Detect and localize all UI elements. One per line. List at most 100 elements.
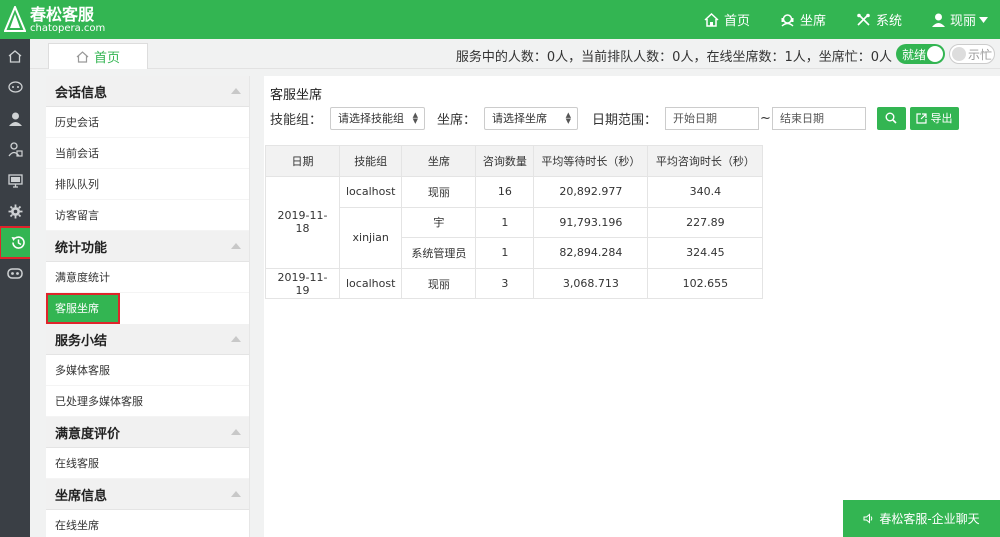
user-name: 现丽 bbox=[949, 14, 976, 29]
cell-agent: 系统管理员 bbox=[401, 237, 477, 269]
menu-item-online-agents[interactable]: 在线坐席 bbox=[46, 510, 249, 537]
topnav-home-label: 首页 bbox=[723, 14, 750, 29]
menu-item-agent-stats[interactable]: 客服坐席 bbox=[46, 293, 120, 324]
menu-item-satisfaction-stats[interactable]: 满意度统计 bbox=[46, 262, 249, 293]
table-row: 2019-11-19 localhost 现丽 3 3,068.713 102.… bbox=[265, 267, 764, 300]
cell-agent: 现丽 bbox=[401, 176, 477, 208]
menu-item-multimedia-service[interactable]: 多媒体客服 bbox=[46, 355, 249, 386]
headset-icon bbox=[781, 13, 794, 27]
search-icon bbox=[885, 112, 898, 124]
user-menu[interactable]: 现丽 bbox=[931, 10, 988, 29]
menu-section-session-info[interactable]: 会话信息 bbox=[46, 76, 249, 107]
menu-item-visitor-messages[interactable]: 访客留言 bbox=[46, 200, 249, 231]
cell-skill-group: localhost bbox=[338, 176, 403, 208]
menu-item-current-sessions[interactable]: 当前会话 bbox=[46, 138, 249, 169]
busy-toggle-label: 示忙 bbox=[968, 47, 993, 62]
busy-toggle[interactable]: 示忙 bbox=[949, 44, 995, 64]
home-icon bbox=[8, 50, 22, 63]
content-gutter-middle bbox=[250, 69, 264, 537]
main-content: 客服坐席 技能组： 请选择技能组 ▲ ▼ 坐席： 请选择坐席 ▲ ▼ 日期范围： 开… bbox=[264, 76, 1000, 537]
filter-bar: 技能组： 请选择技能组 ▲ ▼ 坐席： 请选择坐席 ▲ ▼ 日期范围： 开始日期 ~… bbox=[270, 106, 959, 130]
house-icon bbox=[76, 50, 89, 63]
menu-section-agent-info[interactable]: 坐席信息 bbox=[46, 479, 249, 510]
rail-customers[interactable] bbox=[0, 103, 30, 134]
export-icon bbox=[916, 112, 928, 124]
rail-settings[interactable] bbox=[0, 196, 30, 227]
menu-section-statistics[interactable]: 统计功能 bbox=[46, 231, 249, 262]
cell-agent: 现丽 bbox=[401, 267, 477, 300]
topnav-system-label: 系统 bbox=[875, 14, 902, 29]
rail-home[interactable] bbox=[0, 41, 30, 72]
collapse-caret-icon bbox=[231, 491, 241, 497]
chat-bubble-icon bbox=[7, 81, 23, 93]
date-range-tilde: ~ bbox=[760, 110, 771, 126]
ready-toggle[interactable]: 就绪 bbox=[896, 44, 945, 64]
rail-robot[interactable] bbox=[0, 258, 30, 289]
enterprise-chat-button[interactable]: 春松客服-企业聊天 bbox=[843, 500, 1000, 537]
rail-chat[interactable] bbox=[0, 72, 30, 103]
cell-avg-wait: 82,894.284 bbox=[533, 237, 649, 269]
tools-icon bbox=[857, 13, 870, 26]
toggle-knob bbox=[927, 46, 943, 62]
cell-avg-consult: 102.655 bbox=[647, 267, 764, 300]
topnav-system[interactable]: 系统 bbox=[856, 10, 902, 29]
menu-section-title: 统计功能 bbox=[55, 240, 108, 256]
cell-consult-count: 3 bbox=[475, 267, 535, 300]
page-title: 客服坐席 bbox=[270, 88, 323, 103]
menu-section-service-summary[interactable]: 服务小结 bbox=[46, 324, 249, 355]
agent-label: 坐席： bbox=[437, 112, 477, 128]
tab-home[interactable]: 首页 bbox=[48, 43, 148, 69]
tab-home-label: 首页 bbox=[93, 51, 120, 66]
table-header-row: 日期 技能组 坐席 咨询数量 平均等待时长（秒） 平均咨询时长（秒） bbox=[265, 145, 764, 177]
content-gutter-left bbox=[30, 69, 46, 537]
search-button[interactable] bbox=[876, 106, 906, 130]
select-arrows-icon: ▲ ▼ bbox=[565, 111, 572, 125]
topnav-agent-label: 坐席 bbox=[799, 14, 826, 29]
cell-avg-wait: 3,068.713 bbox=[533, 267, 649, 300]
user-icon bbox=[931, 13, 945, 27]
menu-item-processed-multimedia[interactable]: 已处理多媒体客服 bbox=[46, 386, 249, 417]
person-icon bbox=[8, 112, 22, 126]
topnav-home[interactable]: 首页 bbox=[704, 10, 750, 29]
cell-consult-count: 16 bbox=[475, 176, 535, 208]
menu-item-online-service[interactable]: 在线客服 bbox=[46, 448, 249, 479]
start-date-input[interactable]: 开始日期 bbox=[665, 106, 760, 130]
pine-tree-logo-icon bbox=[3, 4, 27, 34]
rail-contacts[interactable] bbox=[0, 134, 30, 165]
cell-avg-wait: 20,892.977 bbox=[533, 176, 649, 208]
select-arrows-icon: ▲ ▼ bbox=[412, 111, 419, 125]
ready-toggle-label: 就绪 bbox=[902, 47, 927, 62]
column-header-avg-consult: 平均咨询时长（秒） bbox=[647, 145, 764, 177]
export-button[interactable]: 导出 bbox=[909, 106, 959, 130]
toggle-knob bbox=[952, 47, 966, 61]
top-nav: 首页 坐席 系统 现丽 bbox=[704, 0, 1000, 39]
table-row: 2019-11-18 localhost 现丽 16 20,892.977 34… bbox=[265, 176, 764, 269]
history-icon bbox=[11, 236, 25, 249]
cell-date: 2019-11-18 bbox=[265, 176, 340, 269]
cell-consult-count: 1 bbox=[475, 206, 535, 239]
export-button-label: 导出 bbox=[930, 112, 953, 125]
menu-section-title: 坐席信息 bbox=[55, 488, 108, 504]
topnav-agent[interactable]: 坐席 bbox=[780, 10, 826, 29]
menu-item-history-sessions[interactable]: 历史会话 bbox=[46, 107, 249, 138]
column-header-skill-group: 技能组 bbox=[338, 145, 403, 177]
collapse-caret-icon bbox=[231, 243, 241, 249]
skill-group-label: 技能组： bbox=[270, 112, 323, 128]
menu-section-satisfaction-eval[interactable]: 满意度评价 bbox=[46, 417, 249, 448]
skill-group-select[interactable]: 请选择技能组 ▲ ▼ bbox=[330, 106, 426, 130]
rail-monitor[interactable] bbox=[0, 165, 30, 196]
column-header-consult-count: 咨询数量 bbox=[475, 145, 535, 177]
end-date-input[interactable]: 结束日期 bbox=[771, 106, 866, 130]
date-range-label: 日期范围： bbox=[592, 112, 658, 128]
menu-item-queue[interactable]: 排队队列 bbox=[46, 169, 249, 200]
service-status-text: 服务中的人数：0人，当前排队人数：0人，在线坐席数：1人，坐席忙：0人 bbox=[455, 50, 892, 65]
cell-avg-consult: 324.45 bbox=[647, 237, 764, 269]
cell-date: 2019-11-19 bbox=[265, 267, 340, 300]
column-header-date: 日期 bbox=[265, 145, 340, 177]
brand-logo[interactable]: 春松客服 chatopera.com bbox=[3, 4, 105, 36]
agent-select-value: 请选择坐席 bbox=[492, 112, 548, 125]
agent-select[interactable]: 请选择坐席 ▲ ▼ bbox=[484, 106, 579, 130]
collapse-caret-icon bbox=[231, 88, 241, 94]
house-icon bbox=[704, 12, 719, 27]
column-header-avg-wait: 平均等待时长（秒） bbox=[533, 145, 649, 177]
